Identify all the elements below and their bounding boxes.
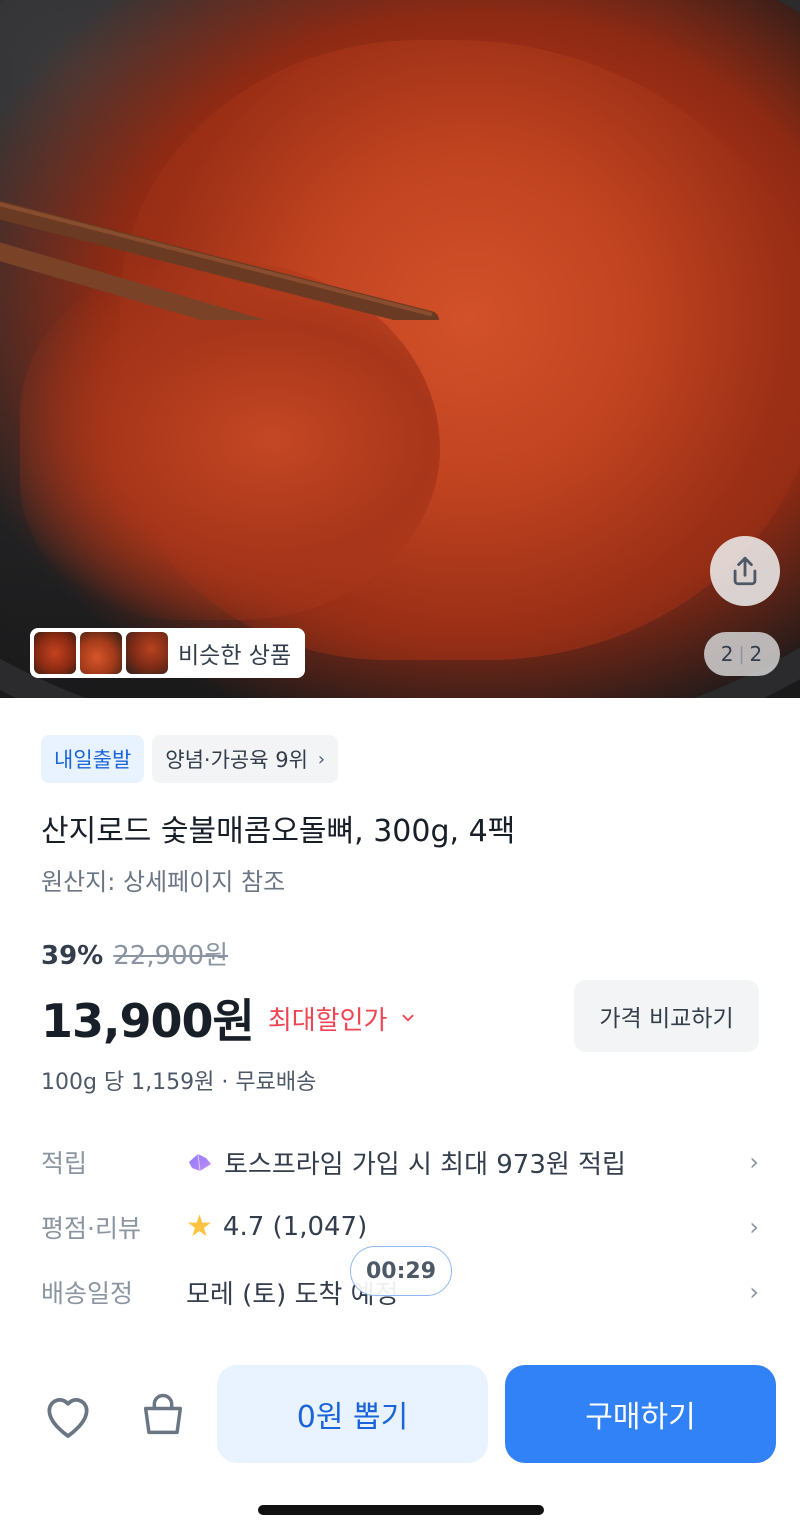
- original-price: 22,900원: [113, 941, 229, 971]
- discount-line: 39% 22,900원: [41, 935, 228, 972]
- delivery-badge: 내일출발: [41, 735, 145, 783]
- points-value: 토스프라임 가입 시 최대 973원 적립: [224, 1149, 626, 1180]
- max-discount-label: 최대할인가: [267, 1005, 388, 1036]
- current-price: 13,900원: [41, 994, 255, 1048]
- price-compare-button[interactable]: 가격 비교하기: [574, 980, 759, 1052]
- max-discount-dropdown[interactable]: 최대할인가: [268, 1000, 418, 1037]
- share-icon: [733, 556, 757, 586]
- review-value: 4.7 (1,047): [222, 1212, 368, 1242]
- product-tags: 내일출발 양념·가공육 9위 ›: [41, 735, 339, 783]
- similar-thumbnail: [80, 632, 122, 674]
- image-counter-separator: |: [738, 643, 746, 665]
- category-rank-label: 양념·가공육 9위: [165, 748, 308, 772]
- unit-price-shipping: 100g 당 1,159원 · 무료배송: [41, 1070, 317, 1095]
- shopping-bag-icon: [143, 1393, 183, 1435]
- countdown-timer: 00:29: [350, 1246, 452, 1296]
- category-rank-link[interactable]: 양념·가공육 9위 ›: [152, 735, 339, 783]
- buy-button[interactable]: 구매하기: [505, 1365, 776, 1463]
- delivery-label: 배송일정: [41, 1279, 134, 1308]
- similar-thumbnail: [126, 632, 168, 674]
- image-counter-total: 2: [749, 642, 764, 666]
- toss-prime-icon: [189, 1153, 211, 1172]
- delivery-value-wrap: 모레 (토) 도착 예정: [186, 1274, 749, 1311]
- review-value-wrap: ★ 4.7 (1,047): [186, 1209, 749, 1244]
- similar-products-label: 비슷한 상품: [178, 643, 292, 669]
- product-title: 산지로드 숯불매콤오돌뼈, 300g, 4팩: [41, 814, 516, 849]
- product-image[interactable]: 비슷한 상품 2 | 2: [0, 0, 800, 698]
- image-counter-current: 2: [720, 642, 735, 666]
- similar-thumbnail: [34, 632, 76, 674]
- wishlist-button[interactable]: [38, 1385, 98, 1445]
- price-row: 13,900원 최대할인가: [41, 985, 417, 1051]
- share-button[interactable]: [710, 536, 780, 606]
- chevron-right-icon: ›: [317, 748, 326, 770]
- coupon-draw-button[interactable]: 0원 뽑기: [217, 1365, 488, 1463]
- heart-icon: [47, 1398, 89, 1438]
- review-label: 평점·리뷰: [41, 1214, 141, 1243]
- cart-button[interactable]: [133, 1385, 193, 1445]
- similar-products-button[interactable]: 비슷한 상품: [30, 628, 306, 678]
- product-origin: 원산지: 상세페이지 참조: [41, 868, 286, 896]
- chevron-down-icon: [403, 1014, 414, 1022]
- chevron-right-icon: ›: [749, 1148, 759, 1176]
- points-label: 적립: [41, 1149, 88, 1178]
- star-icon: ★: [186, 1209, 213, 1244]
- image-counter: 2 | 2: [704, 632, 780, 676]
- points-row[interactable]: 적립 토스프라임 가입 시 최대 973원 적립 ›: [41, 1137, 759, 1187]
- chevron-right-icon: ›: [749, 1278, 759, 1306]
- review-row[interactable]: 평점·리뷰 ★ 4.7 (1,047) ›: [41, 1202, 759, 1252]
- chopsticks: [0, 200, 439, 320]
- points-value-wrap: 토스프라임 가입 시 최대 973원 적립: [186, 1144, 749, 1181]
- discount-rate: 39%: [41, 941, 104, 971]
- home-indicator: [258, 1505, 544, 1515]
- chevron-right-icon: ›: [749, 1213, 759, 1241]
